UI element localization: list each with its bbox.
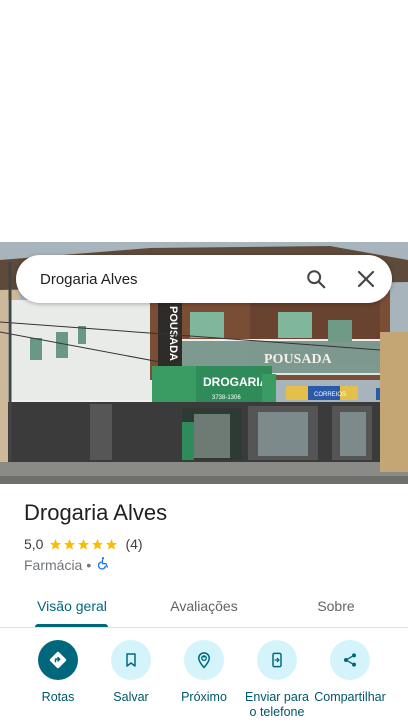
send-to-phone-label: Enviar para o telefone xyxy=(245,690,309,719)
directions-label: Rotas xyxy=(41,690,75,704)
star-icon xyxy=(64,538,76,550)
tab-overview[interactable]: Visão geral xyxy=(22,584,122,627)
place-name: Drogaria Alves xyxy=(24,500,168,525)
close-icon[interactable] xyxy=(346,259,386,299)
star-icon xyxy=(92,538,104,550)
tab-reviews[interactable]: Avaliações xyxy=(154,584,254,627)
drogaria-phone-sign: 3738-1306 xyxy=(212,395,241,401)
nearby-icon xyxy=(184,640,224,680)
correios-sign: CORREIOS xyxy=(314,392,346,398)
category-row: Farmácia • xyxy=(24,556,110,573)
save-label: Salvar xyxy=(113,690,149,704)
directions-icon xyxy=(38,640,78,680)
review-count[interactable]: (4) xyxy=(125,536,142,552)
separator-dot: • xyxy=(86,556,92,573)
share-button[interactable]: Compartilhar xyxy=(310,640,390,705)
star-icon xyxy=(78,538,90,550)
directions-button[interactable]: Rotas xyxy=(18,640,98,705)
bookmark-icon xyxy=(111,640,151,680)
place-category: Farmácia xyxy=(24,556,83,573)
nearby-button[interactable]: Próximo xyxy=(164,640,244,705)
action-bar: Rotas Salvar Próximo Enviar para o telef… xyxy=(0,640,408,726)
send-to-phone-icon xyxy=(257,640,297,680)
search-icon[interactable] xyxy=(296,259,336,299)
rating-value: 5,0 xyxy=(24,536,44,552)
share-icon xyxy=(330,640,370,680)
pousada-sign: POUSADA xyxy=(264,352,333,367)
wheelchair-icon xyxy=(96,556,110,573)
active-tab-indicator xyxy=(35,624,108,627)
star-icon xyxy=(50,538,62,550)
save-button[interactable]: Salvar xyxy=(91,640,171,705)
map-blank-area xyxy=(0,0,408,242)
tab-about[interactable]: Sobre xyxy=(296,584,376,627)
send-to-phone-button[interactable]: Enviar para o telefone xyxy=(237,640,317,720)
drogaria-sign: DROGARIA xyxy=(203,375,269,389)
star-icon xyxy=(106,538,118,550)
star-rating xyxy=(49,538,119,551)
search-query[interactable]: Drogaria Alves xyxy=(40,271,296,288)
tab-bar: Visão geral Avaliações Sobre xyxy=(0,584,408,628)
nearby-label: Próximo xyxy=(181,690,227,704)
search-bar[interactable]: Drogaria Alves xyxy=(16,255,392,303)
share-label: Compartilhar xyxy=(314,690,386,704)
rating-row[interactable]: 5,0 (4) xyxy=(24,536,143,552)
pousada-vertical-sign: POUSADA xyxy=(167,306,179,361)
